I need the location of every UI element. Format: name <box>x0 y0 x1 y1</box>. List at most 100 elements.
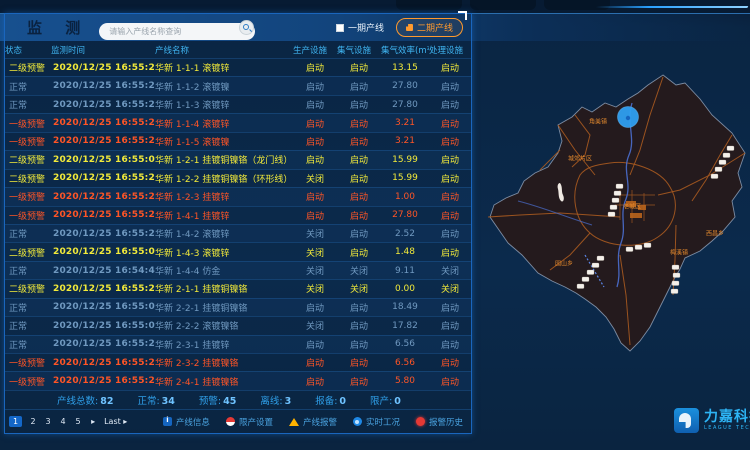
summary-item: 报备:0 <box>315 393 346 407</box>
time-cell: 2020/12/25 16:55:24 <box>51 100 155 110</box>
time-cell: 2020/12/25 16:55:24 <box>51 229 155 239</box>
table-row[interactable]: 一级预警 2020/12/25 16:55:24 华新 2-4-1 挂镀镍铬 启… <box>5 371 471 389</box>
company-logo: 力嘉科技 LEAGUE TECH <box>674 408 750 433</box>
table-row[interactable]: 二级预警 2020/12/25 16:55:24 华新 1-2-2 挂镀铜镍铬（… <box>5 169 471 187</box>
table-row[interactable]: 一级预警 2020/12/25 16:55:24 华新 1-4-1 挂镀锌 启动… <box>5 206 471 224</box>
table-row[interactable]: 正常 2020/12/25 16:55:04 华新 2-2-2 滚镀镍铬 关闭 … <box>5 316 471 334</box>
page-button[interactable]: 5 <box>74 417 82 426</box>
time-cell: 2020/12/25 16:55:24 <box>51 136 155 146</box>
table-row[interactable]: 二级预警 2020/12/25 16:55:24 华新 1-1-1 滚镀锌 启动… <box>5 58 471 76</box>
table-row[interactable]: 正常 2020/12/25 16:54:44 华新 1-4-4 仿金 关闭 关闭… <box>5 261 471 279</box>
page-button[interactable]: Last ▸ <box>104 417 127 426</box>
gas-collection-cell: 启动 <box>337 356 381 369</box>
status-cell: 二级预警 <box>5 172 51 185</box>
efficiency-cell: 6.56 <box>381 339 429 349</box>
gas-collection-cell: 启动 <box>337 117 381 130</box>
time-cell: 2020/12/25 16:55:04 <box>51 302 155 312</box>
monitoring-dashboard: 监 测 一期产线 二期产线 状态监测时间产线名称生产设施集气设施集气效率(m³/… <box>0 0 750 450</box>
table-row[interactable]: 二级预警 2020/12/25 16:55:04 华新 1-4-3 滚镀锌 关闭… <box>5 242 471 260</box>
efficiency-cell: 15.99 <box>381 155 429 165</box>
status-cell: 二级预警 <box>5 153 51 166</box>
gas-collection-cell: 启动 <box>337 61 381 74</box>
table-row[interactable]: 正常 2020/12/25 16:55:24 华新 1-1-2 滚镀镍 启动 启… <box>5 76 471 94</box>
table-row[interactable]: 正常 2020/12/25 16:55:04 华新 2-2-1 挂镀铜镍铬 启动… <box>5 298 471 316</box>
table-row[interactable]: 正常 2020/12/25 16:55:24 华新 2-3-1 挂镀锌 启动 启… <box>5 335 471 353</box>
time-cell: 2020/12/25 16:55:24 <box>51 63 155 73</box>
table-row[interactable]: 正常 2020/12/25 16:55:24 华新 1-4-2 滚镀锌 关闭 启… <box>5 224 471 242</box>
column-header: 生产设施 <box>293 44 337 56</box>
search-input[interactable] <box>99 23 255 40</box>
map-labels: 角美镇城郊片区老城区西昌乡园山乡梅溪镇 <box>480 55 750 445</box>
top-tab-decoration <box>544 0 610 10</box>
alarm-triangle-icon <box>289 418 299 426</box>
line-name-cell: 华新 1-1-4 滚镀锌 <box>155 117 293 130</box>
treatment-facility-cell: 启动 <box>429 98 471 111</box>
phase1-checkbox[interactable]: 一期产线 <box>336 21 384 34</box>
treatment-facility-cell: 启动 <box>429 227 471 240</box>
efficiency-cell: 18.49 <box>381 302 429 312</box>
table-row[interactable]: 一级预警 2020/12/25 16:55:24 华新 1-2-3 挂镀锌 启动… <box>5 187 471 205</box>
production-facility-cell: 关闭 <box>293 264 337 277</box>
toolbar-button[interactable]: 报警历史 <box>416 416 463 428</box>
efficiency-cell: 6.56 <box>381 358 429 368</box>
page-button[interactable]: 1 <box>9 416 22 427</box>
league-tech-logo-icon <box>674 408 699 433</box>
toolbar-button[interactable]: 实时工况 <box>353 416 400 428</box>
efficiency-cell: 13.15 <box>381 63 429 73</box>
table-row[interactable]: 一级预警 2020/12/25 16:55:24 华新 2-3-2 挂镀镍铬 启… <box>5 353 471 371</box>
gas-collection-cell: 启动 <box>337 375 381 388</box>
toolbar-button[interactable]: 产线信息 <box>163 416 210 428</box>
time-cell: 2020/12/25 16:55:24 <box>51 173 155 183</box>
column-header: 集气效率(m³/s) <box>381 44 429 56</box>
map-place-label: 老城区 <box>623 202 641 211</box>
treatment-facility-cell: 启动 <box>429 172 471 185</box>
line-info-icon <box>163 417 172 426</box>
time-cell: 2020/12/25 16:55:24 <box>51 376 155 386</box>
table-row[interactable]: 一级预警 2020/12/25 16:55:24 华新 1-1-4 滚镀锌 启动… <box>5 113 471 131</box>
page-button[interactable]: ▸ <box>89 417 97 426</box>
table-row[interactable]: 一级预警 2020/12/25 16:55:24 华新 1-1-5 滚镀镍 启动… <box>5 132 471 150</box>
table-header-row: 状态监测时间产线名称生产设施集气设施集气效率(m³/s)处理设施 <box>5 41 471 58</box>
efficiency-cell: 1.00 <box>381 192 429 202</box>
page-button[interactable]: 3 <box>44 417 52 426</box>
treatment-facility-cell: 启动 <box>429 117 471 130</box>
treatment-facility-cell: 启动 <box>429 319 471 332</box>
map-place-label: 园山乡 <box>555 259 573 268</box>
treatment-facility-cell: 启动 <box>429 80 471 93</box>
gas-collection-cell: 启动 <box>337 172 381 185</box>
production-facility-cell: 启动 <box>293 135 337 148</box>
line-name-cell: 华新 1-4-3 滚镀锌 <box>155 246 293 259</box>
page-button[interactable]: 2 <box>29 417 37 426</box>
production-facility-cell: 关闭 <box>293 227 337 240</box>
time-cell: 2020/12/25 16:55:24 <box>51 284 155 294</box>
phase2-label: 二期产线 <box>417 21 453 34</box>
time-cell: 2020/12/25 16:55:24 <box>51 192 155 202</box>
treatment-facility-cell: 启动 <box>429 246 471 259</box>
production-facility-cell: 启动 <box>293 190 337 203</box>
phase2-button[interactable]: 二期产线 <box>396 18 463 37</box>
corner-bracket-decoration <box>458 11 467 20</box>
production-facility-cell: 启动 <box>293 153 337 166</box>
status-cell: 正常 <box>5 227 51 240</box>
page-button[interactable]: 4 <box>59 417 67 426</box>
efficiency-cell: 0.00 <box>381 284 429 294</box>
gas-collection-cell: 启动 <box>337 338 381 351</box>
table-row[interactable]: 正常 2020/12/25 16:55:24 华新 1-1-3 滚镀锌 启动 启… <box>5 95 471 113</box>
treatment-facility-cell: 启动 <box>429 190 471 203</box>
summary-item: 离线:3 <box>260 393 291 407</box>
toolbar-button[interactable]: 限产设置 <box>226 416 273 428</box>
monitor-table-panel: 监 测 一期产线 二期产线 状态监测时间产线名称生产设施集气设施集气效率(m³/… <box>4 13 472 434</box>
pagination: 12345 ▸ Last ▸ <box>9 416 127 427</box>
toolbar-button[interactable]: 产线报警 <box>289 416 337 428</box>
line-name-cell: 华新 1-2-2 挂镀铜镍铬（环形线） <box>155 172 293 185</box>
line-name-cell: 华新 1-1-3 滚镀锌 <box>155 98 293 111</box>
production-facility-cell: 启动 <box>293 80 337 93</box>
summary-bar: 产线总数:82正常:34预警:45离线:3报备:0限产:0 <box>5 390 471 409</box>
status-cell: 正常 <box>5 319 51 332</box>
line-name-cell: 华新 2-3-1 挂镀锌 <box>155 338 293 351</box>
table-row[interactable]: 二级预警 2020/12/25 16:55:04 华新 1-2-1 挂镀铜镍铬（… <box>5 150 471 168</box>
column-header: 监测时间 <box>51 44 155 56</box>
table-row[interactable]: 二级预警 2020/12/25 16:55:24 华新 2-1-1 挂镀铜镍铬 … <box>5 279 471 297</box>
search-icon <box>243 24 249 30</box>
status-cell: 一级预警 <box>5 190 51 203</box>
